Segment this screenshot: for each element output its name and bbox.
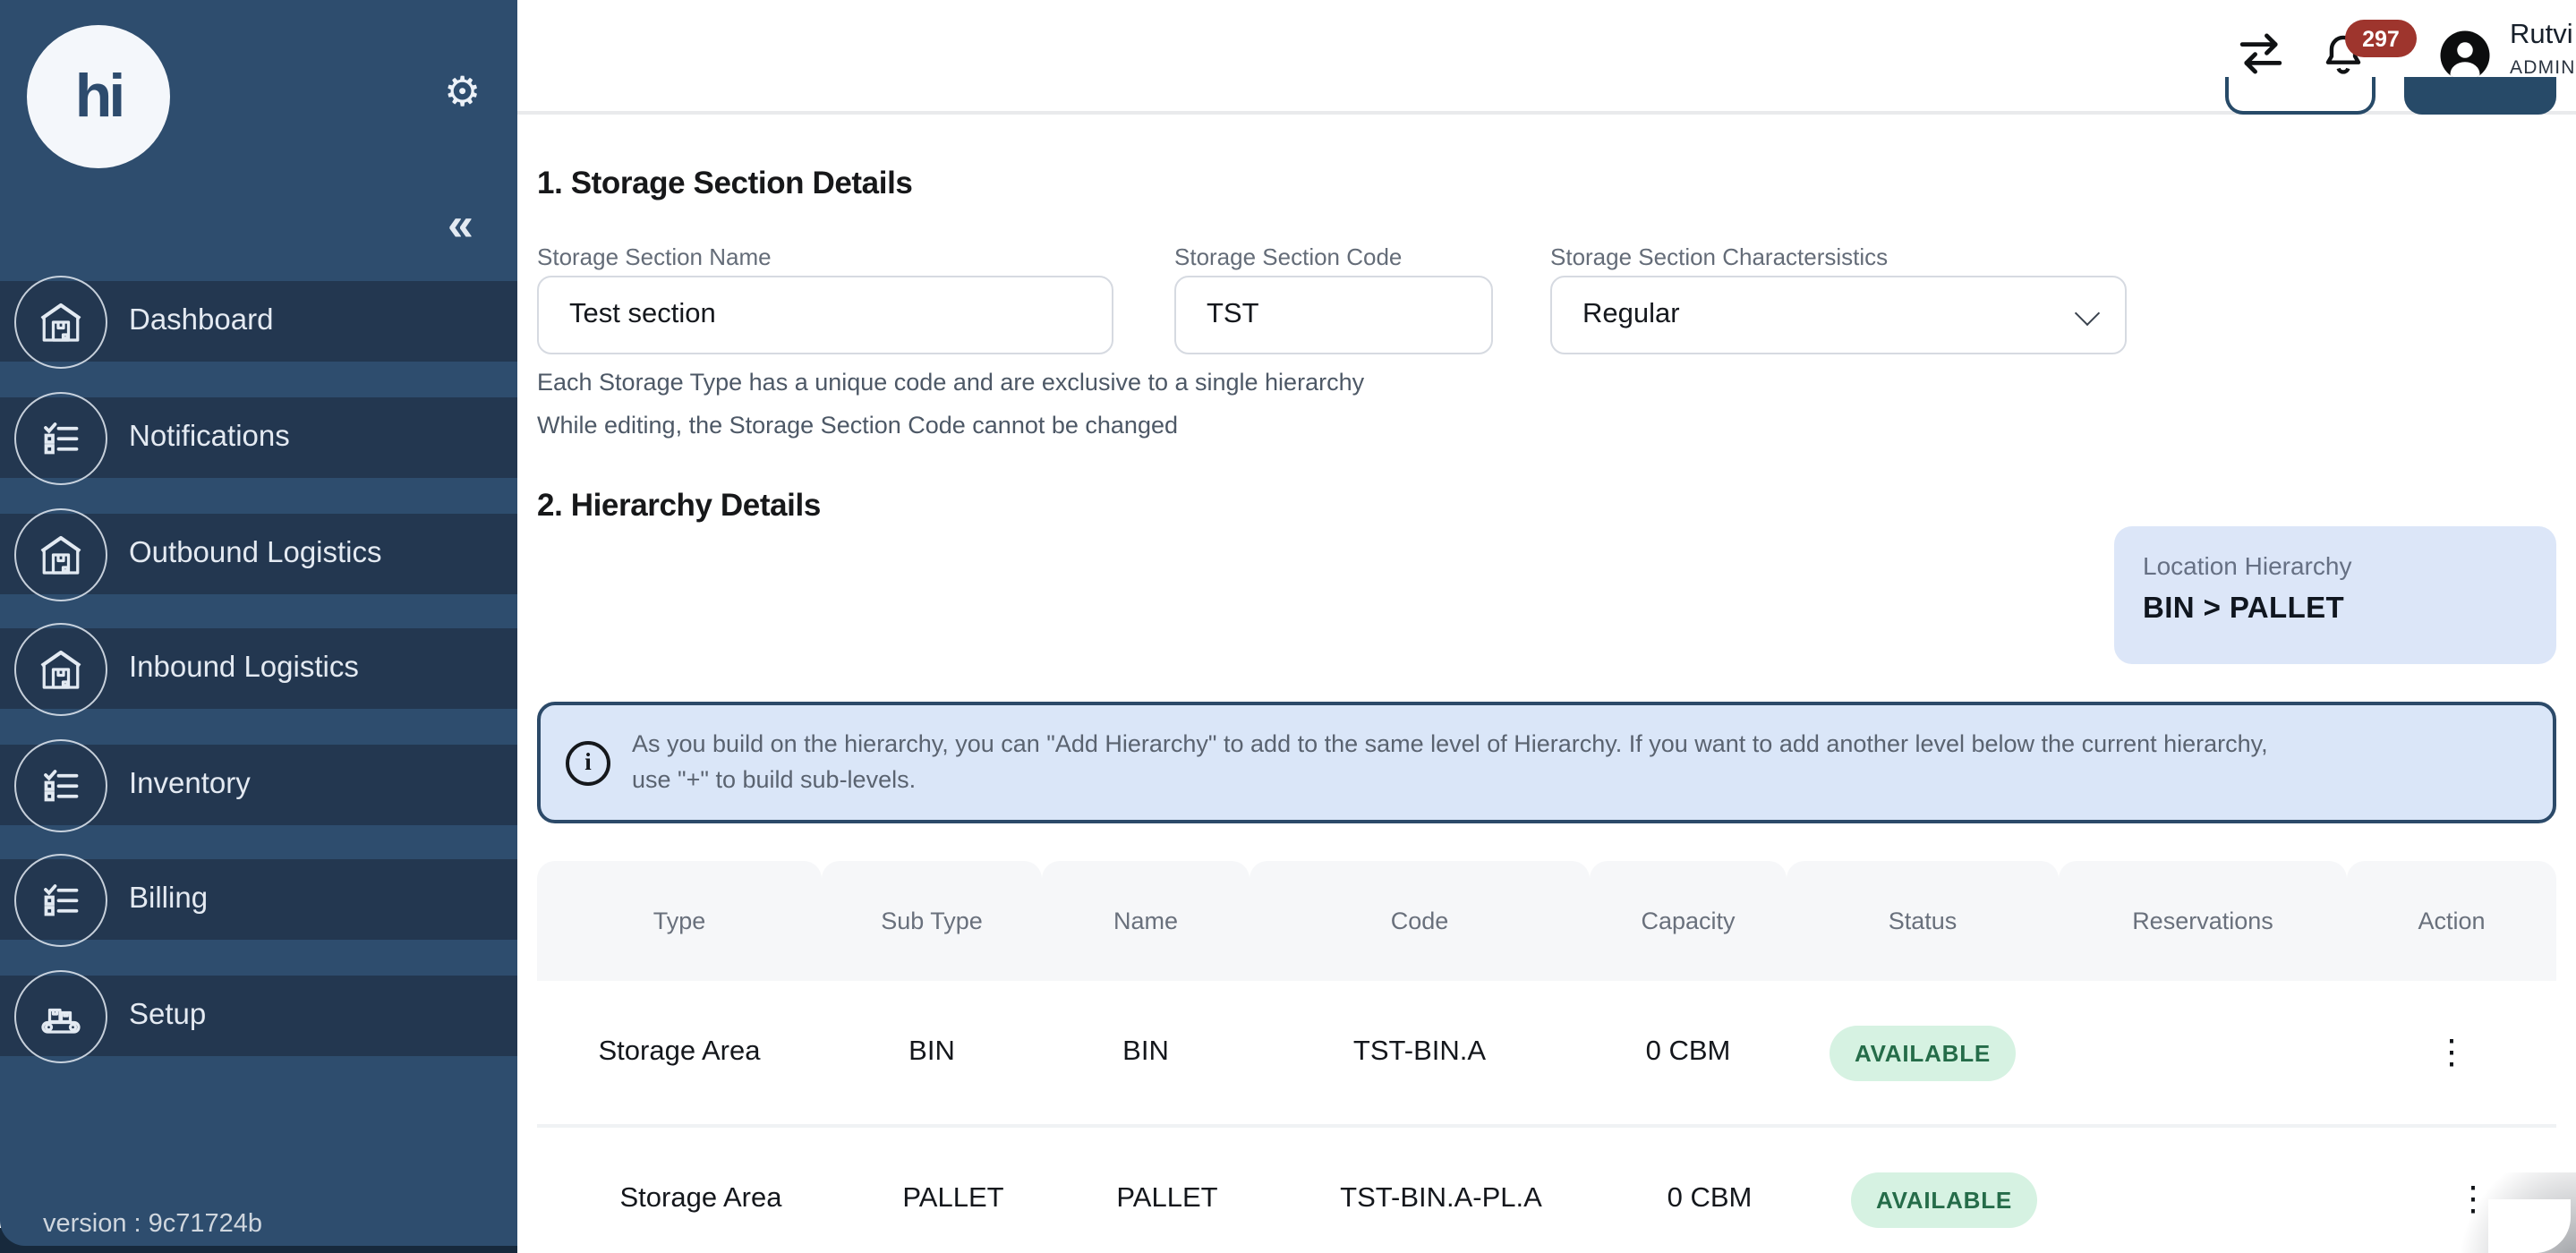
sidebar-item-inventory[interactable]: Inventory: [0, 739, 517, 832]
column-header-action: Action: [2347, 861, 2556, 981]
status-badge: AVAILABLE: [1829, 1025, 2017, 1080]
info-line-1: As you build on the hierarchy, you can "…: [632, 730, 2268, 757]
cell-name: PALLET: [1116, 1183, 1218, 1214]
sidebar-item-notifications[interactable]: Notifications: [0, 392, 517, 485]
sidebar-item-label: Inbound Logistics: [129, 652, 359, 684]
chevron-down-icon: [2074, 300, 2101, 327]
location-hierarchy-label: Location Hierarchy: [2143, 551, 2352, 580]
sidebar-item-outbound-logistics[interactable]: Outbound Logistics: [0, 508, 517, 601]
storage-section-code-input[interactable]: [1174, 276, 1493, 354]
app-logo[interactable]: hi: [27, 25, 170, 168]
helper-text-1: Each Storage Type has a unique code and …: [537, 369, 1365, 396]
column-header-code: Code: [1250, 861, 1590, 981]
app-root: hi ⚙ « Dashboard Notifications Outbound …: [0, 0, 2576, 1253]
sidebar-item-label: Billing: [129, 882, 209, 915]
partial-outlined-button[interactable]: [2225, 77, 2376, 115]
location-hierarchy-value: BIN > PALLET: [2143, 592, 2345, 625]
cell-status: AVAILABLE: [1808, 1128, 2080, 1253]
sidebar-item-setup[interactable]: Setup: [0, 970, 517, 1063]
table-row: Storage Area BIN BIN TST-BIN.A 0 CBM AVA…: [537, 981, 2556, 1124]
sidebar-item-label: Dashboard: [129, 304, 274, 337]
cell-reservations: [2059, 981, 2347, 1124]
sidebar-item-inbound-logistics[interactable]: Inbound Logistics: [0, 623, 517, 716]
cell-name: BIN: [1122, 1036, 1169, 1067]
location-hierarchy-card: Location Hierarchy BIN > PALLET: [2114, 526, 2556, 664]
hierarchy-table: Type Sub Type Name Code Capacity Status …: [537, 861, 2556, 1253]
info-line-2: use "+" to build sub-levels.: [632, 766, 917, 793]
user-menu[interactable]: Rutvi ADMIN: [2510, 20, 2576, 79]
storage-section-name-label: Storage Section Name: [537, 243, 772, 270]
checklist-icon: [14, 854, 107, 947]
table-header-row: Type Sub Type Name Code Capacity Status …: [537, 861, 2556, 981]
column-header-status: Status: [1787, 861, 2059, 981]
sidebar-item-label: Outbound Logistics: [129, 537, 382, 569]
user-avatar-icon[interactable]: [2438, 29, 2492, 82]
sidebar-item-label: Setup: [129, 999, 207, 1031]
hierarchy-info-banner: i As you build on the hierarchy, you can…: [537, 702, 2556, 823]
warehouse-icon: [14, 623, 107, 716]
cell-code: TST-BIN.A-PL.A: [1340, 1183, 1542, 1214]
app-version: version : 9c71724b: [43, 1210, 263, 1239]
section2-title: 2. Hierarchy Details: [537, 487, 821, 523]
info-icon: i: [566, 740, 610, 785]
storage-section-code-label: Storage Section Code: [1174, 243, 1403, 270]
sidebar-item-label: Inventory: [129, 768, 251, 800]
cell-reservations: [2080, 1128, 2368, 1253]
storage-section-characteristics-select[interactable]: Regular: [1550, 276, 2127, 354]
status-badge: AVAILABLE: [1850, 1172, 2038, 1227]
hierarchy-info-text: As you build on the hierarchy, you can "…: [632, 727, 2268, 798]
cell-sub-type: PALLET: [902, 1183, 1004, 1214]
cell-sub-type: BIN: [908, 1036, 955, 1067]
partial-filled-button[interactable]: [2404, 77, 2556, 115]
warehouse-icon: [14, 276, 107, 369]
warehouse-icon: [14, 508, 107, 601]
checklist-icon: [14, 392, 107, 485]
cell-capacity: 0 CBM: [1667, 1183, 1753, 1214]
row-actions-kebab-icon[interactable]: ⋮: [2435, 1036, 2469, 1070]
column-header-sub-type: Sub Type: [822, 861, 1042, 981]
selected-option: Regular: [1582, 299, 1680, 329]
column-header-capacity: Capacity: [1590, 861, 1787, 981]
cell-capacity: 0 CBM: [1645, 1036, 1731, 1067]
checklist-icon: [14, 739, 107, 832]
swap-arrows-icon[interactable]: [2234, 29, 2288, 79]
gear-icon[interactable]: ⚙: [444, 71, 481, 113]
cell-action: ⋮: [2347, 981, 2556, 1124]
notification-count-badge: 297: [2345, 20, 2417, 57]
conveyor-icon: [14, 970, 107, 1063]
sidebar: hi ⚙ « Dashboard Notifications Outbound …: [0, 0, 517, 1246]
sidebar-item-billing[interactable]: Billing: [0, 854, 517, 947]
storage-section-characteristics-label: Storage Section Charactersistics: [1550, 243, 1889, 270]
logo-text: hi: [74, 62, 125, 130]
sidebar-item-dashboard[interactable]: Dashboard: [0, 276, 517, 369]
user-role: ADMIN: [2510, 57, 2576, 79]
user-name: Rutvi: [2510, 20, 2573, 50]
table-row: Storage Area PALLET PALLET TST-BIN.A-PL.…: [559, 1128, 2576, 1253]
storage-section-name-input[interactable]: [537, 276, 1113, 354]
cell-type: Storage Area: [619, 1183, 782, 1214]
cell-code: TST-BIN.A: [1352, 1036, 1487, 1067]
column-header-type: Type: [537, 861, 822, 981]
sidebar-item-label: Notifications: [129, 421, 290, 453]
collapse-sidebar-icon[interactable]: «: [448, 200, 473, 247]
cell-status: AVAILABLE: [1787, 981, 2059, 1124]
column-header-reservations: Reservations: [2059, 861, 2347, 981]
column-header-name: Name: [1042, 861, 1250, 981]
section1-title: 1. Storage Section Details: [537, 165, 913, 200]
helper-text-2: While editing, the Storage Section Code …: [537, 412, 1178, 439]
cell-type: Storage Area: [598, 1036, 761, 1067]
